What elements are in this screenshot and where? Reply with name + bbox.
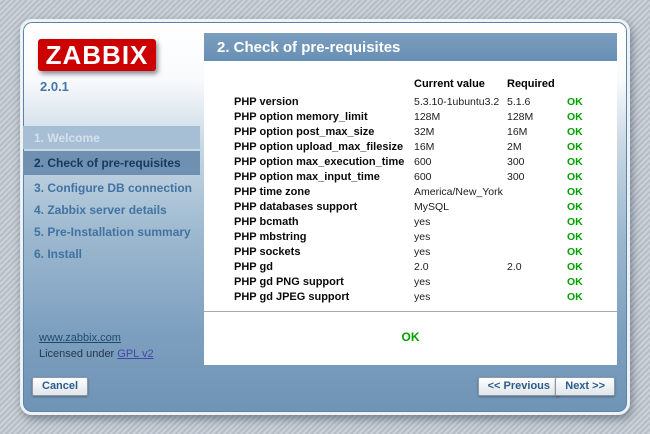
cell-st: OK [567,156,617,168]
prereq-rows: PHP version5.3.10-1ubuntu3.25.1.6OKPHP o… [204,94,617,304]
cell-req: 128M [507,111,567,123]
cell-req: 2.0 [507,261,567,273]
cell-name: PHP mbstring [234,231,414,243]
gpl-license-link[interactable]: GPL v2 [117,348,153,360]
table-header-row: Current value Required [204,76,617,91]
prereq-row: PHP bcmathyes OK [204,214,617,229]
prereq-row: PHP socketsyes OK [204,244,617,259]
cell-st: OK [567,96,617,108]
wizard-steps: 1. Welcome2. Check of pre-requisites3. C… [23,126,200,265]
prereq-row: PHP databases supportMySQL OK [204,199,617,214]
prereq-row: PHP option upload_max_filesize16M2MOK [204,139,617,154]
prereq-row: PHP gd2.02.0OK [204,259,617,274]
cell-name: PHP option max_execution_time [234,156,414,168]
header-current-value: Current value [414,78,507,90]
cell-req: 16M [507,126,567,138]
sidebar-links: www.zabbix.com Licensed under GPL v2 [39,332,154,364]
cell-st: OK [567,246,617,258]
cell-st: OK [567,126,617,138]
prereq-row: PHP option memory_limit128M128MOK [204,109,617,124]
cell-st: OK [567,231,617,243]
cell-req: 300 [507,171,567,183]
prereq-row: PHP version5.3.10-1ubuntu3.25.1.6OK [204,94,617,109]
cell-name: PHP gd [234,261,414,273]
cell-cur: yes [414,276,507,288]
cell-name: PHP bcmath [234,216,414,228]
sidebar-step-3: 3. Configure DB connection [23,177,200,199]
cell-req: 2M [507,141,567,153]
prereq-row: PHP option max_input_time600300OK [204,169,617,184]
cell-name: PHP option memory_limit [234,111,414,123]
prereq-row: PHP gd PNG supportyes OK [204,274,617,289]
cell-cur: yes [414,216,507,228]
cell-name: PHP databases support [234,201,414,213]
next-button[interactable]: Next >> [555,377,615,396]
cell-cur: 5.3.10-1ubuntu3.2 [414,96,507,108]
cell-name: PHP option post_max_size [234,126,414,138]
setup-wizard-panel: ZABBIX 2.0.1 1. Welcome2. Check of pre-r… [20,19,630,415]
sidebar-step-5: 5. Pre-Installation summary [23,221,200,243]
prereq-row: PHP option max_execution_time600300OK [204,154,617,169]
cell-st: OK [567,261,617,273]
sidebar-step-2: 2. Check of pre-requisites [23,151,200,175]
prereq-row: PHP mbstringyes OK [204,229,617,244]
cell-st: OK [567,186,617,198]
cell-cur: 600 [414,156,507,168]
cell-cur: yes [414,291,507,303]
cell-name: PHP version [234,96,414,108]
overall-status: OK [204,330,617,344]
cell-cur: 600 [414,171,507,183]
header-required: Required [507,78,567,90]
desktop-background: ZABBIX 2.0.1 1. Welcome2. Check of pre-r… [0,0,650,434]
table-bottom-divider [204,311,617,312]
cell-cur: MySQL [414,201,507,213]
sidebar-step-1: 1. Welcome [23,126,200,149]
page-title: 2. Check of pre-requisites [217,39,400,56]
step-title-bar: 2. Check of pre-requisites [204,33,617,61]
cell-req: 5.1.6 [507,96,567,108]
cell-cur: 16M [414,141,507,153]
cell-st: OK [567,141,617,153]
cell-req: 300 [507,156,567,168]
cell-name: PHP option upload_max_filesize [234,141,414,153]
cell-cur: yes [414,246,507,258]
cell-st: OK [567,201,617,213]
version-label: 2.0.1 [40,79,69,94]
cell-name: PHP time zone [234,186,414,198]
cell-cur: 32M [414,126,507,138]
prereq-row: PHP time zoneAmerica/New_York OK [204,184,617,199]
prereq-row: PHP gd JPEG supportyes OK [204,289,617,304]
license-text: Licensed under [39,348,117,360]
cancel-button[interactable]: Cancel [32,377,88,396]
cell-name: PHP option max_input_time [234,171,414,183]
cell-st: OK [567,171,617,183]
zabbix-website-link[interactable]: www.zabbix.com [39,332,121,344]
cell-cur: yes [414,231,507,243]
previous-button[interactable]: << Previous [478,377,560,396]
cell-cur: America/New_York [414,186,507,198]
cell-cur: 2.0 [414,261,507,273]
cell-name: PHP gd PNG support [234,276,414,288]
prerequisites-panel: Current value Required PHP version5.3.10… [204,61,617,365]
sidebar-step-6: 6. Install [23,243,200,265]
cell-cur: 128M [414,111,507,123]
cell-st: OK [567,291,617,303]
prereq-row: PHP option post_max_size32M16MOK [204,124,617,139]
cell-name: PHP sockets [234,246,414,258]
zabbix-logo: ZABBIX [38,39,156,71]
sidebar-step-4: 4. Zabbix server details [23,199,200,221]
cell-st: OK [567,216,617,228]
cell-st: OK [567,276,617,288]
cell-st: OK [567,111,617,123]
cell-name: PHP gd JPEG support [234,291,414,303]
